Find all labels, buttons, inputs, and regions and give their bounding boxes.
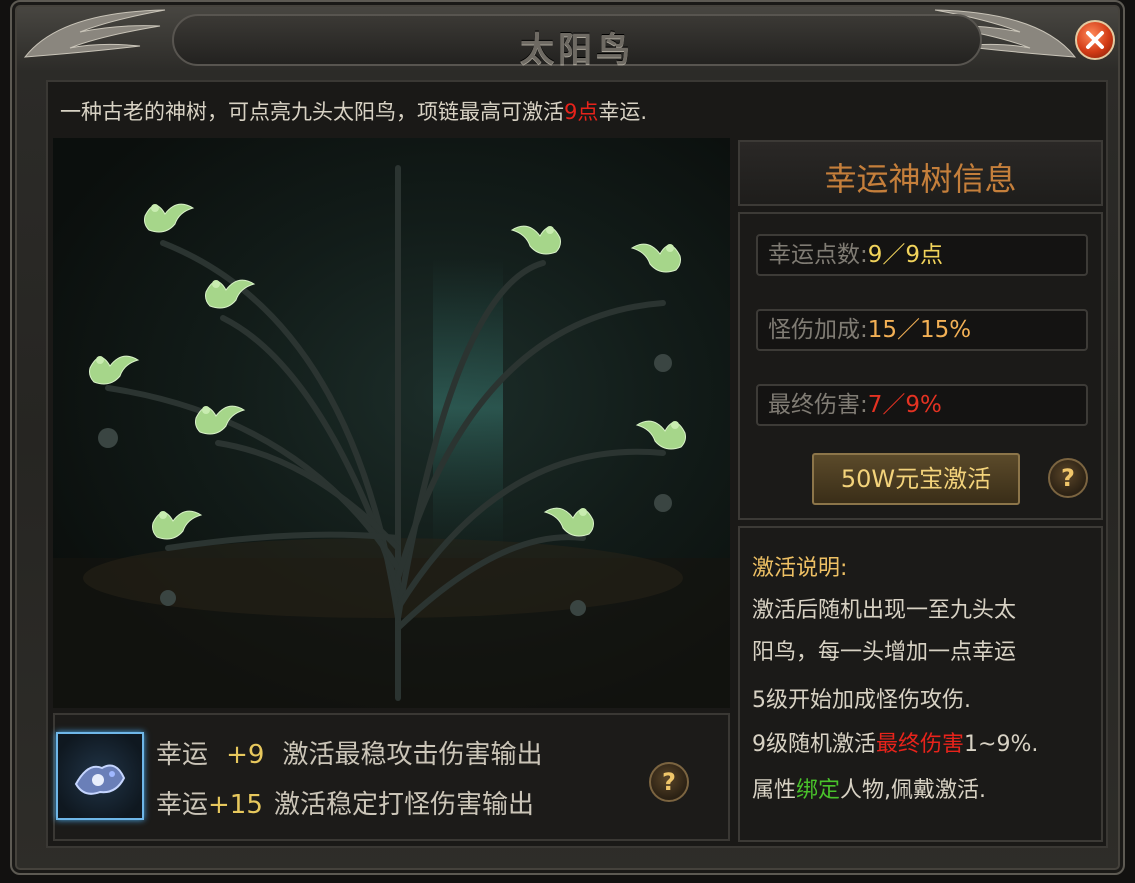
notes-line: 阳鸟，每一头增加一点幸运 xyxy=(752,640,1017,665)
stat-final-damage: 最终伤害:7／9% xyxy=(756,384,1088,426)
notes-line: 5级开始加成怪伤攻伤. xyxy=(752,688,971,713)
bonus-text: 激活稳定打怪伤害输出 xyxy=(274,790,535,820)
sun-bird-icon xyxy=(195,405,246,435)
sun-bird-icon xyxy=(144,203,195,233)
item-icon xyxy=(74,764,126,795)
notes-heading: 激活说明: xyxy=(752,556,848,581)
wing-ornament-left xyxy=(23,9,166,58)
bonus-row: 幸运 +9 激活最稳攻击伤害输出 xyxy=(156,734,543,771)
sun-tree-illustration xyxy=(53,138,730,708)
sun-bird-icon xyxy=(89,355,140,385)
description-suffix: 幸运. xyxy=(598,100,648,124)
description-highlight: 9点 xyxy=(564,100,599,124)
help-icon[interactable]: ? xyxy=(649,762,689,802)
stat-label: 最终伤害: xyxy=(768,392,868,418)
stat-label: 幸运点数: xyxy=(768,242,868,268)
notes-line: 属性绑定人物,佩戴激活. xyxy=(752,772,986,804)
notes-text: 人物,佩戴激活. xyxy=(840,778,987,803)
close-icon xyxy=(1086,31,1104,49)
sun-bird-icon xyxy=(635,420,686,450)
notes-highlight-final-damage: 最终伤害 xyxy=(876,732,965,757)
bonus-row: 幸运+15 激活稳定打怪伤害输出 xyxy=(156,784,534,821)
close-button[interactable] xyxy=(1075,20,1115,60)
bonus-name: 幸运 xyxy=(156,740,209,770)
info-panel-header: 幸运神树信息 xyxy=(738,140,1103,206)
sun-bird-icon xyxy=(152,510,203,540)
notes-line: 激活后随机出现一至九头太 xyxy=(752,598,1017,623)
notes-text: 属性 xyxy=(752,778,797,803)
help-icon[interactable]: ? xyxy=(1048,458,1088,498)
necklace-item-slot[interactable] xyxy=(56,732,144,820)
bonus-text: 激活最稳攻击伤害输出 xyxy=(282,740,543,770)
notes-line: 9级随机激活最终伤害1~9%. xyxy=(752,726,1038,758)
sun-bird-icon xyxy=(630,243,681,273)
notes-text: 1~9%. xyxy=(964,732,1039,757)
notes-text: 9级随机激活 xyxy=(752,732,876,757)
stat-value: 7／9% xyxy=(867,392,942,418)
bonus-amount: +15 xyxy=(208,790,263,820)
activate-button[interactable]: 50W元宝激活 xyxy=(812,453,1020,505)
title-bar: 太阳鸟 xyxy=(172,14,982,70)
window-title: 太阳鸟 xyxy=(520,30,634,70)
bonus-amount: +9 xyxy=(226,740,265,770)
tree-description: 一种古老的神树，可点亮九头太阳鸟，项链最高可激活9点幸运. xyxy=(60,96,647,126)
description-text: 一种古老的神树，可点亮九头太阳鸟，项链最高可激活 xyxy=(60,100,564,124)
sun-bird-icon xyxy=(510,225,561,255)
bonus-box xyxy=(53,713,730,841)
stat-label: 怪伤加成: xyxy=(768,317,868,343)
stat-monster-damage: 怪伤加成:15／15% xyxy=(756,309,1088,351)
notes-highlight-bound: 绑定 xyxy=(796,778,841,803)
stat-value: 15／15% xyxy=(867,317,972,343)
stat-luck-points: 幸运点数:9／9点 xyxy=(756,234,1088,276)
bonus-name: 幸运 xyxy=(156,790,209,820)
stat-value: 9／9点 xyxy=(867,242,944,268)
sun-bird-icon xyxy=(205,279,256,309)
sun-bird-icon xyxy=(543,507,594,537)
info-panel-title: 幸运神树信息 xyxy=(824,160,1017,198)
